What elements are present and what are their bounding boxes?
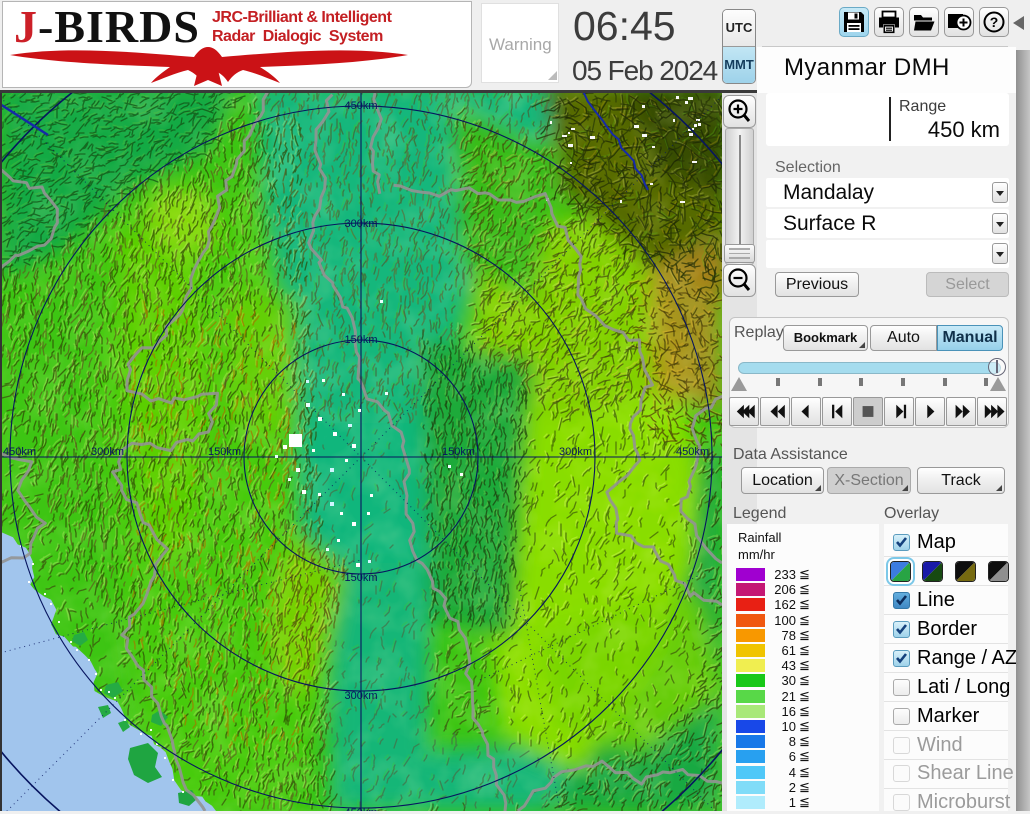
- svg-text:150km: 150km: [208, 446, 241, 458]
- svg-text:150km: 150km: [344, 334, 377, 346]
- svg-text:150km: 150km: [344, 572, 377, 584]
- svg-text:450km: 450km: [344, 807, 377, 811]
- svg-text:300km: 300km: [559, 446, 592, 458]
- svg-text:300km: 300km: [344, 690, 377, 702]
- svg-text:150km: 150km: [442, 446, 475, 458]
- svg-text:450km: 450km: [344, 100, 377, 112]
- svg-text:?: ?: [990, 14, 999, 30]
- svg-text:450km: 450km: [676, 446, 709, 458]
- svg-text:300km: 300km: [91, 446, 124, 458]
- svg-text:450km: 450km: [3, 446, 36, 458]
- svg-text:300km: 300km: [344, 218, 377, 230]
